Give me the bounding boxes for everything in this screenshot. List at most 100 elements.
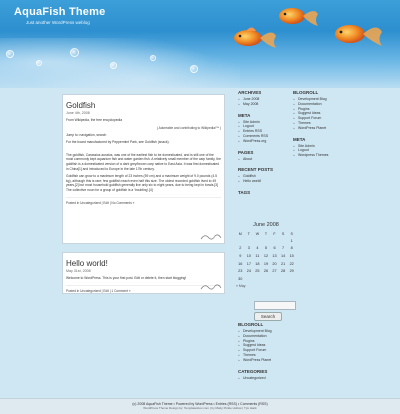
blogroll-heading: BLOGROLL: [238, 322, 264, 327]
calendar-day: 19: [263, 261, 269, 266]
blogroll-list: Development Blog Documentation Plugins S…: [293, 97, 353, 131]
site-title[interactable]: AquaFish Theme: [14, 6, 105, 18]
meta-heading: META: [293, 136, 306, 142]
page-link[interactable]: About: [238, 157, 288, 162]
calendar-widget: June 2008 M T W T F S S 1 2345678 9 10 11 1…: [236, 222, 296, 288]
calendar-table: M T W T F S S 1 23 456 78 9 10 11 12 13 14 15 16…: [236, 230, 296, 283]
meta-list: Site Admin Logout Wordpress Themes: [293, 144, 353, 158]
calendar-day: 26: [263, 269, 269, 274]
calendar-day: 16: [238, 261, 243, 266]
post-title[interactable]: Goldfish: [66, 101, 221, 110]
calendar-day[interactable]: 5: [262, 245, 271, 253]
post-jump-links[interactable]: Jump to: navigation, search: [66, 133, 221, 138]
calendar-day: 3: [247, 246, 250, 251]
calendar-day: 25: [255, 269, 260, 274]
calendar-prev-link[interactable]: « May: [236, 284, 296, 288]
footer-credits: WordPress Theme Design by: Templatesbox.…: [143, 406, 257, 410]
calendar-day: 30: [238, 276, 243, 281]
page: AquaFish Theme Just another WordPress we…: [0, 0, 400, 414]
calendar-day: [262, 275, 271, 283]
search-input[interactable]: [254, 301, 296, 310]
calendar-day: 11: [255, 253, 260, 258]
calendar-day: 6: [273, 246, 276, 251]
calendar-day: 21: [280, 261, 286, 266]
calendar-day: 9: [239, 253, 242, 258]
swirl-ornament-icon: [200, 284, 222, 290]
meta-link[interactable]: Wordpress Themes: [293, 153, 353, 158]
calendar-day: [279, 237, 288, 245]
blogroll-list: Development Blog Documentation Plugins S…: [238, 329, 298, 363]
calendar-day: [245, 275, 254, 283]
recent-post-link[interactable]: Hello world!: [238, 179, 288, 184]
calendar-day: 15: [289, 253, 294, 258]
weekday-label: W: [255, 231, 260, 236]
weekday-label: T: [247, 231, 250, 236]
calendar-week-row: 23 456 78: [236, 245, 296, 253]
sidebar-right: BLOGROLL Development Blog Documentation …: [293, 90, 353, 164]
calendar-day: [253, 275, 262, 283]
blogroll-heading: BLOGROLL: [293, 90, 319, 95]
calendar-week-row: 9 10 11 12 13 14 15: [236, 252, 296, 260]
calendar-day: 24: [246, 269, 251, 274]
post-note: ( Adoreable and contributing to Wikipedi…: [156, 125, 221, 130]
weekday-label: F: [273, 231, 276, 236]
recent-posts-heading: RECENT POSTS: [238, 167, 274, 173]
category-link[interactable]: Uncategorized: [238, 376, 298, 381]
calendar-day: 10: [246, 253, 251, 258]
search-button[interactable]: Search: [254, 312, 282, 321]
calendar-day: 17: [246, 261, 251, 266]
categories-heading: CATEGORIES: [238, 368, 268, 374]
calendar-day: [236, 237, 245, 245]
calendar-day: 20: [272, 261, 277, 266]
sidebar-bottom: BLOGROLL Development Blog Documentation …: [238, 322, 298, 386]
calendar-day: 4: [256, 246, 259, 251]
recent-posts-list: Goldfish Hello world!: [238, 174, 288, 184]
calendar-day: 28: [280, 269, 286, 274]
calendar-month: June 2008: [253, 222, 279, 228]
sidebar-left: ARCHIVES June 2008 May 2008 META Site Ad…: [238, 90, 288, 197]
calendar-day: 23: [238, 269, 243, 274]
post-meta[interactable]: Posted in Uncategorized | Edit | 1 Comme…: [66, 284, 221, 293]
calendar-header-row: M T W T F S S: [236, 230, 296, 237]
footer-links[interactable]: (c) 2008 AquaFish Theme • Powered by Wor…: [0, 399, 400, 406]
calendar-day: [253, 237, 262, 245]
calendar-day: [279, 275, 288, 283]
weekday-label: S: [281, 231, 285, 236]
calendar-day: [245, 237, 254, 245]
calendar-week-row: 16 17 18 19 20 21 22: [236, 260, 296, 268]
archive-link[interactable]: May 2008: [238, 102, 288, 107]
bubble-graphic: [6, 50, 14, 58]
meta-link[interactable]: WordPress.org: [238, 139, 288, 144]
bubble-graphic: [150, 55, 156, 61]
calendar-day: [270, 237, 279, 245]
calendar-day: 8: [290, 246, 293, 251]
post-paragraph: Welcome to WordPress. This is your first…: [66, 276, 187, 280]
weekday-label: T: [264, 231, 268, 236]
bubble-graphic: [110, 62, 117, 69]
archives-list: June 2008 May 2008: [238, 97, 288, 107]
tags-heading: TAGS: [238, 189, 251, 195]
categories-list: Uncategorized: [238, 376, 298, 381]
calendar-day: 27: [272, 269, 277, 274]
bubble-graphic: [70, 48, 79, 57]
calendar-day: 1: [290, 238, 293, 243]
calendar-day: 14: [280, 253, 286, 258]
goldfish-illustration: [234, 8, 382, 48]
calendar-day: 22: [289, 261, 294, 266]
pages-heading: PAGES: [238, 149, 254, 155]
post-paragraph: Goldfish can grow to a maximum length of…: [66, 174, 218, 192]
site-header: AquaFish Theme Just another WordPress we…: [0, 0, 400, 88]
archives-heading: ARCHIVES: [238, 90, 262, 95]
blogroll-link[interactable]: WordPress Planet: [238, 358, 298, 363]
post-title[interactable]: Hello world!: [66, 259, 221, 268]
meta-heading: META: [238, 112, 251, 118]
calendar-day: 12: [263, 253, 269, 258]
site-tagline: Just another WordPress weblog: [26, 20, 90, 25]
bubble-graphic: [190, 65, 198, 73]
main-content: Goldfish June 4th, 2008 From Wikipedia, …: [62, 94, 225, 385]
weekday-label: S: [290, 231, 293, 236]
blogroll-link[interactable]: WordPress Planet: [293, 126, 353, 131]
meta-list: Site Admin Logout Entries RSS Comments R…: [238, 120, 288, 144]
post-meta[interactable]: Posted in Uncategorized | Edit | No Comm…: [66, 196, 221, 205]
weekday-label: M: [238, 231, 242, 236]
